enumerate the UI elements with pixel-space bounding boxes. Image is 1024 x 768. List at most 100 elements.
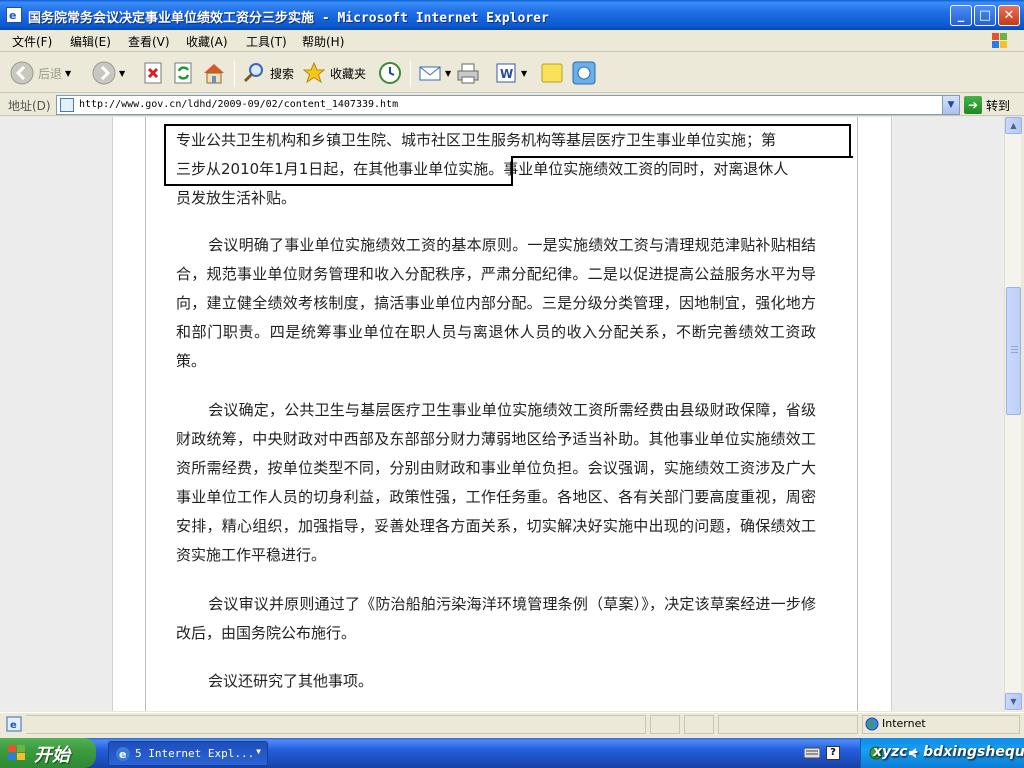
standard-toolbar: 后退 ▼ ▼ 搜索 收藏夹 ▼ W ▼ xyxy=(0,53,1024,93)
vertical-scrollbar[interactable]: ▲ ▼ xyxy=(1004,117,1022,711)
paragraph-text: 会议明确了事业单位实施绩效工资的基本原则。一是实施绩效工资与清理规范津贴补贴相结… xyxy=(176,236,816,370)
paragraph-text: 会议审议并原则通过了《防治船舶污染海洋环境管理条例（草案）》，决定该草案经进一步… xyxy=(176,595,816,642)
task-label: 5 Internet Expl... xyxy=(135,747,255,760)
menu-view[interactable]: 查看(V) xyxy=(128,33,170,50)
thumb-grip xyxy=(1011,349,1018,350)
taskbar-ie-group[interactable]: e 5 Internet Expl... ▼ xyxy=(108,741,268,766)
article-paragraph-2: 会议明确了事业单位实施绩效工资的基本原则。一是实施绩效工资与清理规范津贴补贴相结… xyxy=(176,231,816,376)
printer-icon xyxy=(457,63,479,84)
svg-text:e: e xyxy=(119,748,126,761)
messenger-button[interactable] xyxy=(572,59,596,87)
refresh-button[interactable] xyxy=(172,59,196,87)
article-paragraph-4: 会议审议并原则通过了《防治船舶污染海洋环境管理条例（草案）》，决定该草案经进一步… xyxy=(176,590,816,648)
stop-button[interactable] xyxy=(142,59,166,87)
favorites-button[interactable]: 收藏夹 xyxy=(302,59,366,87)
mail-dropdown-icon[interactable]: ▼ xyxy=(445,69,451,78)
forward-arrow-icon xyxy=(92,61,116,85)
paragraph-text: 会议还研究了其他事项。 xyxy=(208,672,374,690)
menu-bar: 文件(F) 编辑(E) 查看(V) 收藏(A) 工具(T) 帮助(H) xyxy=(0,30,1024,52)
back-button[interactable]: 后退 ▼ xyxy=(10,59,71,87)
highlight-box-step xyxy=(511,156,853,158)
scroll-up-button[interactable]: ▲ xyxy=(1005,117,1022,134)
forward-button[interactable]: ▼ xyxy=(92,59,125,87)
menu-help[interactable]: 帮助(H) xyxy=(302,33,344,50)
scroll-thumb[interactable] xyxy=(1006,287,1021,415)
stop-icon xyxy=(144,62,162,84)
article-line: 员发放生活补贴。 xyxy=(176,189,297,207)
page-status-icon: e xyxy=(6,716,22,732)
maximize-button[interactable]: □ xyxy=(974,5,996,26)
history-icon xyxy=(379,62,401,84)
highlight-box-top xyxy=(164,124,851,158)
refresh-icon xyxy=(174,62,192,84)
help-icon[interactable]: ? xyxy=(826,746,840,760)
globe-icon xyxy=(865,717,879,731)
status-segment xyxy=(650,715,680,734)
toolbar-separator xyxy=(234,61,235,87)
print-button[interactable] xyxy=(456,59,480,87)
back-label: 后退 xyxy=(38,66,63,81)
svg-text:e: e xyxy=(10,720,17,731)
star-icon xyxy=(302,61,326,84)
history-button[interactable] xyxy=(378,59,402,87)
watermark-text: xyzc - bdxingshequ xyxy=(873,744,1024,760)
page-icon xyxy=(60,98,74,112)
go-arrow-icon: ➔ xyxy=(964,96,982,114)
content-border-right xyxy=(857,117,858,711)
menu-edit[interactable]: 编辑(E) xyxy=(70,33,111,50)
home-button[interactable] xyxy=(202,59,226,87)
messenger-icon xyxy=(572,61,596,85)
status-text-segment xyxy=(26,715,646,734)
menu-tools[interactable]: 工具(T) xyxy=(246,33,287,50)
window-title: 国务院常务会议决定事业单位绩效工资分三步实施 - Microsoft Inter… xyxy=(28,11,549,26)
system-tray: xyzc - bdxingshequ xyxy=(860,738,1024,768)
toolbar-separator xyxy=(410,61,411,87)
status-bar: e Internet xyxy=(0,712,1024,736)
discuss-button[interactable] xyxy=(540,59,564,87)
keyboard-icon[interactable] xyxy=(804,746,820,760)
back-dropdown-icon[interactable]: ▼ xyxy=(65,69,71,78)
favorites-label: 收藏夹 xyxy=(330,66,367,81)
thumb-grip xyxy=(1011,352,1018,353)
article-paragraph-5: 会议还研究了其他事项。 xyxy=(176,667,816,696)
address-label: 地址(D) xyxy=(8,99,51,113)
search-label: 搜索 xyxy=(270,66,295,81)
ie-window: e 国务院常务会议决定事业单位绩效工资分三步实施 - Microsoft Int… xyxy=(0,0,1024,740)
mail-button[interactable]: ▼ xyxy=(418,59,451,87)
task-dropdown-icon: ▼ xyxy=(256,747,261,756)
menu-file[interactable]: 文件(F) xyxy=(12,33,52,50)
status-segment xyxy=(718,715,858,734)
thumb-grip xyxy=(1011,346,1018,347)
zone-label: Internet xyxy=(882,717,926,730)
address-url[interactable]: http://www.gov.cn/ldhd/2009-09/02/conten… xyxy=(79,99,398,110)
go-label: 转到 xyxy=(986,98,1011,113)
address-input[interactable]: http://www.gov.cn/ldhd/2009-09/02/conten… xyxy=(56,95,960,115)
highlight-box-bottom xyxy=(164,156,513,186)
page-viewport[interactable]: 专业公共卫生机构和乡镇卫生院、城市社区卫生服务机构等基层医疗卫生事业单位实施；第… xyxy=(0,117,1004,711)
status-segment xyxy=(684,715,714,734)
close-button[interactable]: ✕ xyxy=(998,5,1020,26)
search-icon xyxy=(243,63,263,83)
ie-page-icon: e xyxy=(6,7,22,23)
title-bar[interactable]: e 国务院常务会议决定事业单位绩效工资分三步实施 - Microsoft Int… xyxy=(0,0,1024,30)
search-button[interactable]: 搜索 xyxy=(242,59,294,87)
article-paragraph-3: 会议确定，公共卫生与基层医疗卫生事业单位实施绩效工资所需经费由县级财政保障，省级… xyxy=(176,396,816,570)
back-arrow-icon xyxy=(10,61,34,85)
content-border-left xyxy=(145,117,146,711)
menu-favorites[interactable]: 收藏(A) xyxy=(186,33,228,50)
address-dropdown-icon[interactable]: ▼ xyxy=(942,96,959,114)
home-icon xyxy=(204,64,224,84)
paragraph-text: 会议确定，公共卫生与基层医疗卫生事业单位实施绩效工资所需经费由县级财政保障，省级… xyxy=(176,401,816,564)
forward-dropdown-icon[interactable]: ▼ xyxy=(119,69,125,78)
scroll-down-button[interactable]: ▼ xyxy=(1005,693,1022,710)
taskbar: 开始 e 5 Internet Expl... ▼ ? xyzc - bdxin… xyxy=(0,738,1024,768)
edit-dropdown-icon[interactable]: ▼ xyxy=(521,69,527,78)
mail-icon xyxy=(419,66,441,81)
minimize-button[interactable]: _ xyxy=(950,5,972,26)
start-button[interactable]: 开始 xyxy=(0,738,96,768)
go-button[interactable]: ➔ 转到 xyxy=(964,95,1010,115)
edit-word-button[interactable]: W ▼ xyxy=(494,59,527,87)
ie-icon: e xyxy=(116,747,130,761)
note-icon xyxy=(541,63,563,83)
windows-flag-icon xyxy=(8,745,25,760)
